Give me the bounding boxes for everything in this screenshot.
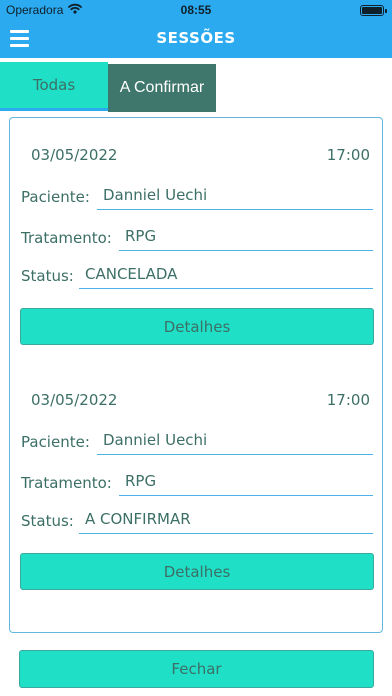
session-time: 17:00 bbox=[326, 391, 370, 409]
status-field: CANCELADA bbox=[79, 265, 373, 289]
session-date: 03/05/2022 bbox=[31, 391, 118, 409]
session-time: 17:00 bbox=[326, 146, 370, 164]
status-field: A CONFIRMAR bbox=[79, 510, 373, 534]
close-button[interactable]: Fechar bbox=[19, 650, 374, 688]
sessions-list[interactable]: 03/05/2022 17:00 Paciente: Danniel Uechi… bbox=[9, 117, 383, 633]
patient-label: Paciente: bbox=[21, 188, 90, 206]
details-button[interactable]: Detalhes bbox=[20, 553, 374, 590]
page-title: SESSÕES bbox=[156, 29, 236, 47]
patient-label: Paciente: bbox=[21, 433, 90, 451]
status-time: 08:55 bbox=[180, 3, 212, 17]
treatment-field: RPG bbox=[119, 472, 373, 496]
patient-field: Danniel Uechi bbox=[97, 186, 373, 210]
tab-a-confirmar[interactable]: A Confirmar bbox=[108, 64, 216, 112]
treatment-field: RPG bbox=[119, 227, 373, 251]
status-label: Status: bbox=[21, 267, 74, 285]
status-bar: Operadora 08:55 bbox=[0, 0, 392, 20]
status-label: Status: bbox=[21, 512, 74, 530]
treatment-label: Tratamento: bbox=[21, 474, 112, 492]
tab-todas[interactable]: Todas bbox=[0, 62, 108, 111]
app-header: SESSÕES bbox=[0, 20, 392, 58]
battery-icon bbox=[360, 5, 387, 16]
treatment-label: Tratamento: bbox=[21, 229, 112, 247]
details-button[interactable]: Detalhes bbox=[20, 308, 374, 345]
session-date: 03/05/2022 bbox=[31, 146, 118, 164]
patient-field: Danniel Uechi bbox=[97, 431, 373, 455]
